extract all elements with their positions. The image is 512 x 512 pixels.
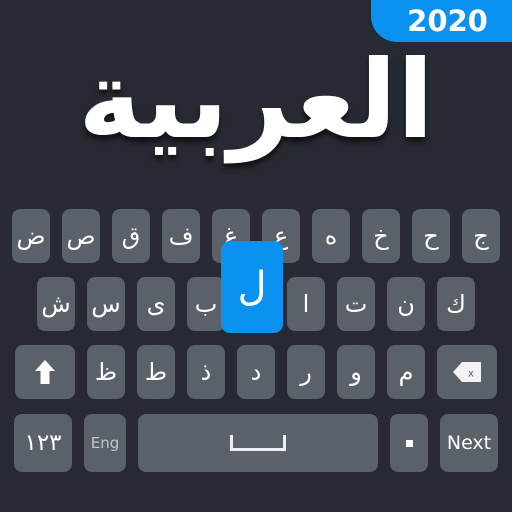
spacebar-icon [230, 435, 286, 451]
key-ba[interactable]: ب [187, 277, 225, 331]
app-root: 2020 العربية ض ص ق ف غ ع ه خ ح ج ش س ى ب… [0, 0, 512, 512]
key-ra[interactable]: ر [287, 345, 325, 399]
key-qaf[interactable]: ق [112, 209, 150, 263]
key-fa[interactable]: ف [162, 209, 200, 263]
page-title: العربية [78, 38, 434, 163]
shift-arrow-icon [35, 360, 55, 384]
key-hah[interactable]: ح [412, 209, 450, 263]
keyboard-panel: ض ص ق ف غ ع ه خ ح ج ش س ى ب ا ت ن ك ل ظ … [0, 196, 512, 512]
key-alef[interactable]: ا [287, 277, 325, 331]
numeric-switch-key[interactable]: ١٢٣ [14, 414, 72, 472]
key-meem[interactable]: م [387, 345, 425, 399]
key-kaf[interactable]: ك [437, 277, 475, 331]
period-key[interactable] [390, 414, 428, 472]
key-zah[interactable]: ظ [87, 345, 125, 399]
dot-icon [405, 439, 413, 447]
keyboard-row-3: ظ ط ذ د ر و م x [0, 341, 512, 403]
key-dal[interactable]: د [237, 345, 275, 399]
language-switch-key[interactable]: Eng [84, 414, 126, 472]
key-thal[interactable]: ذ [187, 345, 225, 399]
key-kha[interactable]: خ [362, 209, 400, 263]
key-seen[interactable]: س [87, 277, 125, 331]
shift-key[interactable] [15, 345, 75, 399]
keyboard-row-2: ش س ى ب ا ت ن ك ل [0, 241, 512, 335]
backspace-key[interactable]: x [437, 345, 497, 399]
key-ta[interactable]: ت [337, 277, 375, 331]
key-jeem[interactable]: ج [462, 209, 500, 263]
key-noon[interactable]: ن [387, 277, 425, 331]
key-sad[interactable]: ص [62, 209, 100, 263]
key-ha[interactable]: ه [312, 209, 350, 263]
hero-banner: العربية [0, 0, 512, 196]
key-alef-maqsura[interactable]: ى [137, 277, 175, 331]
key-lam-pressed[interactable]: ل [221, 241, 283, 333]
keyboard-row-4: ١٢٣ Eng Next [0, 409, 512, 477]
key-tah[interactable]: ط [137, 345, 175, 399]
backspace-icon: x [453, 362, 481, 382]
key-waw[interactable]: و [337, 345, 375, 399]
svg-text:x: x [468, 369, 474, 380]
next-key[interactable]: Next [440, 414, 498, 472]
key-dad[interactable]: ض [12, 209, 50, 263]
spacebar-key[interactable] [138, 414, 378, 472]
key-sheen[interactable]: ش [37, 277, 75, 331]
